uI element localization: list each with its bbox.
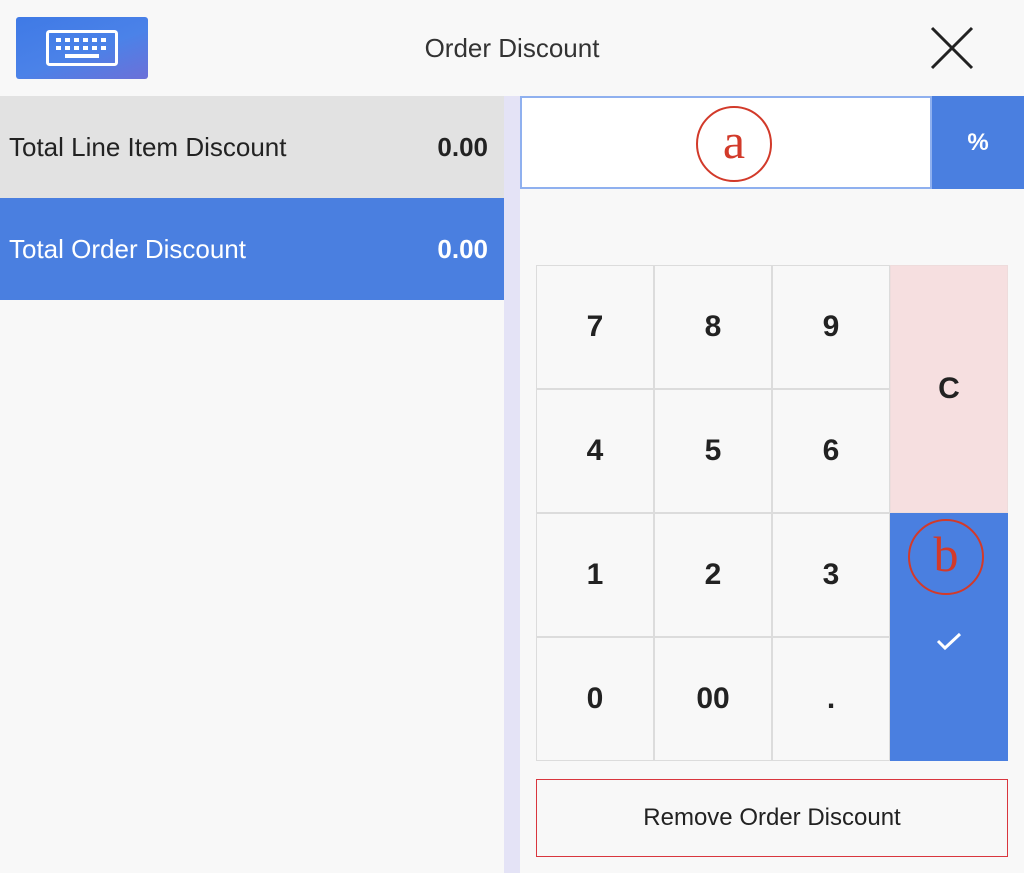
discount-summary-panel: Total Line Item Discount 0.00 Total Orde… — [0, 96, 504, 873]
key-6[interactable]: 6 — [772, 389, 890, 513]
key-1[interactable]: 1 — [536, 513, 654, 637]
remove-order-discount-button[interactable]: Remove Order Discount — [536, 779, 1008, 857]
key-8[interactable]: 8 — [654, 265, 772, 389]
key-2[interactable]: 2 — [654, 513, 772, 637]
line-item-discount-row[interactable]: Total Line Item Discount 0.00 — [0, 96, 504, 198]
discount-input[interactable] — [522, 98, 930, 187]
key-7[interactable]: 7 — [536, 265, 654, 389]
key-5[interactable]: 5 — [654, 389, 772, 513]
panel-divider — [504, 96, 520, 873]
dialog-header: Order Discount — [0, 0, 1024, 96]
key-decimal[interactable]: . — [772, 637, 890, 761]
order-discount-value: 0.00 — [437, 233, 488, 264]
order-discount-dialog: Order Discount Total Line Item Discount … — [0, 0, 1024, 873]
key-9[interactable]: 9 — [772, 265, 890, 389]
confirm-button[interactable] — [890, 513, 1008, 761]
percent-toggle-button[interactable]: % — [932, 96, 1024, 189]
discount-entry-panel: % 7 8 9 C 4 5 6 1 2 3 0 00 . Remove Orde… — [520, 96, 1024, 873]
key-0[interactable]: 0 — [536, 637, 654, 761]
close-icon — [930, 26, 974, 70]
dialog-title: Order Discount — [424, 33, 600, 63]
order-discount-row[interactable]: Total Order Discount 0.00 — [0, 198, 504, 300]
key-00[interactable]: 00 — [654, 637, 772, 761]
line-item-discount-value: 0.00 — [437, 131, 488, 162]
check-icon — [936, 632, 962, 651]
key-3[interactable]: 3 — [772, 513, 890, 637]
key-4[interactable]: 4 — [536, 389, 654, 513]
close-button[interactable] — [928, 24, 976, 72]
line-item-discount-label: Total Line Item Discount — [9, 131, 287, 162]
clear-button[interactable]: C — [890, 265, 1008, 513]
numeric-keypad: 7 8 9 C 4 5 6 1 2 3 0 00 . — [536, 265, 1008, 761]
discount-input-field[interactable] — [520, 96, 932, 189]
order-discount-label: Total Order Discount — [9, 233, 246, 264]
